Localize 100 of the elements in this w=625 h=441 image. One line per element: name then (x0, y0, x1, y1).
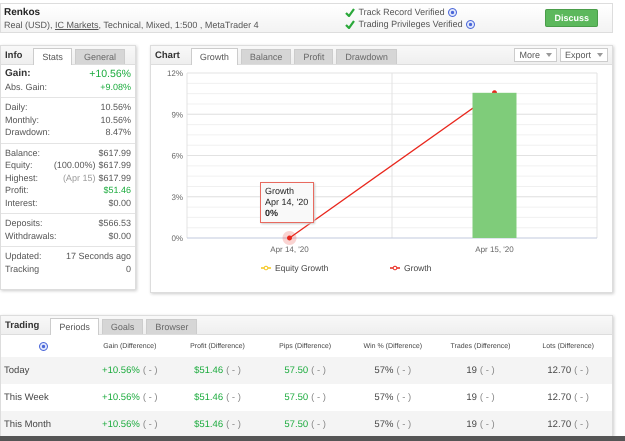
axis-tick-label: 9% (171, 110, 183, 120)
stat-value: 17 Seconds ago (66, 250, 131, 262)
stat-label: Highest: (5, 172, 38, 184)
stat-label: Gain: (5, 68, 31, 80)
dropdown-button[interactable]: Export (560, 48, 608, 62)
stat-value: $617.99 (98, 146, 131, 159)
stat-value: $566.53 (98, 217, 131, 230)
data-point (287, 236, 292, 240)
tab[interactable]: Browser (146, 319, 198, 334)
stat-note: (100.00%) (54, 159, 96, 172)
stat-label: Daily: (5, 101, 28, 114)
stat-value: 0 (126, 262, 131, 275)
table-cell: +10.56% (102, 419, 140, 430)
tab[interactable]: Growth (190, 48, 238, 65)
stat-note: (Apr 15) (62, 172, 96, 184)
difference-text: ( - ) (574, 365, 589, 376)
difference-text: ( - ) (574, 392, 589, 403)
table-cell: 12.70 (547, 392, 572, 403)
verification-label: Track Record Verified (358, 7, 445, 17)
difference-text: ( - ) (396, 392, 412, 403)
tab[interactable]: Goals (102, 319, 144, 334)
account-subtitle: Real (USD), IC Markets, Technical, Mixed, 1:500 , MetaTrader 4 (4, 20, 260, 30)
difference-text: ( - ) (311, 365, 326, 376)
table-cell: +10.56% (102, 392, 140, 403)
help-icon[interactable] (39, 342, 48, 350)
table-cell: +10.56% (102, 365, 140, 376)
axis-tick-label: 0% (171, 234, 183, 243)
stat-label: Profit: (5, 184, 29, 196)
table-cell: $51.46 (194, 419, 224, 430)
table-cell: 19 (466, 419, 477, 430)
difference-text: ( - ) (396, 365, 412, 376)
stat-label: Updated: (5, 250, 42, 262)
stat-label: Drawdown: (5, 126, 50, 138)
stat-value: 8.47% (105, 126, 131, 138)
axis-tick-label: 3% (171, 192, 183, 202)
tab[interactable]: General (74, 49, 125, 64)
tab[interactable]: Stats (33, 48, 72, 65)
table-cell: 57% (374, 392, 394, 403)
tab[interactable]: Drawdown (336, 49, 397, 64)
stat-label: Equity: (5, 159, 33, 172)
table-cell: 57.50 (284, 419, 308, 430)
tooltip-title: Growth (265, 186, 296, 197)
difference-text: ( - ) (480, 392, 495, 403)
legend-label: Growth (404, 263, 432, 273)
stat-label: Withdrawals: (5, 230, 57, 242)
broker-link[interactable]: IC Markets (55, 20, 99, 30)
panel-title: Trading (5, 320, 40, 330)
axis-tick-label: Apr 15, '20 (475, 245, 514, 254)
tab[interactable]: Profit (294, 49, 334, 64)
stat-value: +9.08% (100, 80, 131, 93)
stat-label: Abs. Gain: (5, 80, 48, 93)
table-cell: 12.70 (547, 419, 572, 430)
verification-label: Trading Privileges Verified (358, 19, 463, 29)
axis-tick-label: 6% (171, 152, 183, 160)
tab[interactable]: Balance (240, 49, 292, 64)
panel-title: Chart (155, 50, 180, 60)
dropdown-button[interactable]: More (514, 48, 557, 62)
stat-value: $51.46 (103, 184, 131, 196)
stat-label: Monthly: (5, 114, 40, 126)
account-title: Renkos (4, 6, 42, 18)
difference-text: ( - ) (226, 419, 241, 430)
panel-title: Info (5, 50, 22, 60)
period-label: This Week (3, 391, 50, 405)
difference-text: ( - ) (226, 392, 241, 403)
difference-text: ( - ) (480, 419, 495, 430)
difference-text: ( - ) (311, 392, 326, 403)
difference-text: ( - ) (396, 419, 412, 430)
stat-value: 10.56% (100, 114, 131, 126)
difference-text: ( - ) (142, 392, 158, 403)
table-cell: 57.50 (284, 392, 308, 403)
stat-label: Tracking (5, 262, 40, 275)
table-cell: 19 (466, 392, 477, 403)
tab[interactable]: Periods (50, 318, 99, 335)
legend-label: Equity Growth (275, 263, 329, 273)
stat-label: Balance: (5, 146, 40, 159)
legend-item[interactable]: Equity Growth (261, 263, 328, 273)
stat-value: +10.56% (89, 68, 131, 80)
table-cell: 57% (374, 419, 394, 430)
difference-text: ( - ) (142, 419, 158, 430)
legend-item[interactable]: Growth (390, 263, 432, 273)
stat-value: $617.99 (98, 172, 131, 184)
stat-value: $0.00 (108, 196, 131, 209)
difference-text: ( - ) (574, 419, 589, 430)
tooltip-date: Apr 14, '20 (265, 197, 309, 208)
period-label: This Month (1, 411, 86, 438)
difference-text: ( - ) (480, 365, 495, 376)
table-cell: $51.46 (194, 392, 224, 403)
table-cell: $51.46 (194, 365, 224, 376)
stat-value: $617.99 (98, 159, 131, 172)
table-cell: 57% (374, 365, 394, 376)
stat-value: $0.00 (108, 230, 131, 242)
stat-label: Interest: (5, 196, 38, 209)
period-label: Today (1, 357, 86, 384)
difference-text: ( - ) (311, 419, 326, 430)
tooltip-value: 0% (265, 208, 280, 219)
difference-text: ( - ) (226, 365, 241, 376)
stat-value: 10.56% (100, 101, 131, 114)
axis-tick-label: 12% (166, 69, 183, 78)
difference-text: ( - ) (142, 365, 158, 376)
axis-tick-label: Apr 14, '20 (270, 245, 309, 254)
